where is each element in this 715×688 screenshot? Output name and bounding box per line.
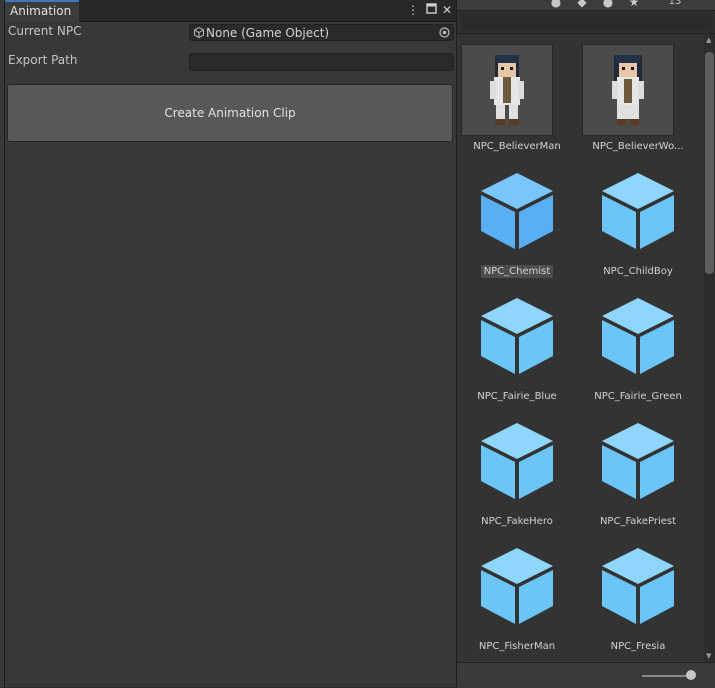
current-npc-label: Current NPC [8, 24, 82, 38]
info-icon[interactable]: ● [598, 0, 618, 10]
prefab-cube-icon [602, 423, 674, 499]
close-icon[interactable]: ✕ [440, 3, 454, 17]
animation-window: Animation ⋮ ✕ Current NPC None (Game Obj… [4, 0, 457, 687]
project-footer [456, 662, 715, 688]
game-object-icon [194, 27, 204, 38]
asset-item[interactable]: NPC_FisherMan [456, 534, 578, 659]
hidden-count: 13 [668, 0, 682, 7]
asset-item[interactable]: NPC_Fairie_Green [577, 284, 699, 409]
project-window: ● ◆ ● ★ 13 NPC_BelieverMan NPC_BelieverW… [456, 0, 715, 688]
object-picker-icon[interactable] [439, 27, 450, 38]
prefab-cube-icon [481, 423, 553, 499]
prefab-cube-icon [602, 173, 674, 249]
zoom-slider-track[interactable] [642, 675, 692, 677]
asset-label: NPC_BelieverWo... [592, 141, 684, 152]
asset-label: NPC_FakePriest [599, 516, 677, 527]
asset-label: NPC_BelieverMan [473, 141, 561, 152]
current-npc-object-field[interactable]: None (Game Object) [189, 24, 454, 41]
zoom-slider-handle[interactable] [686, 670, 696, 680]
asset-label: NPC_FakeHero [481, 516, 553, 527]
asset-item[interactable]: NPC_Chemist [456, 159, 578, 284]
prefab-cube-icon [602, 298, 674, 374]
asset-label: NPC_Fairie_Blue [477, 391, 557, 402]
create-animation-clip-button[interactable]: Create Animation Clip [7, 84, 453, 142]
layers-icon[interactable]: ● [546, 0, 566, 10]
star-icon[interactable]: ★ [624, 0, 644, 10]
prefab-cube-icon [481, 298, 553, 374]
npc-sprite-thumbnail [582, 44, 674, 136]
asset-label: NPC_ChildBoy [603, 266, 673, 277]
label-icon[interactable]: ◆ [572, 0, 592, 10]
prefab-cube-icon [481, 548, 553, 624]
project-search-bar[interactable] [462, 14, 712, 30]
asset-label-selected: NPC_Chemist [456, 265, 578, 278]
project-toolbar: ● ◆ ● ★ 13 [456, 0, 715, 11]
export-path-label: Export Path [8, 53, 78, 67]
tab-animation[interactable]: Animation [5, 0, 79, 22]
asset-label: NPC_Fresia [610, 641, 666, 652]
asset-label: NPC_FisherMan [478, 641, 556, 652]
current-npc-value: None (Game Object) [206, 26, 330, 40]
asset-item[interactable]: NPC_FakeHero [456, 409, 578, 534]
asset-item[interactable]: NPC_BelieverWo... [577, 34, 699, 159]
npc-sprite-icon [612, 55, 644, 125]
asset-label: NPC_Fairie_Green [594, 391, 682, 402]
npc-sprite-thumbnail [461, 44, 553, 136]
more-vert-icon[interactable]: ⋮ [406, 3, 420, 17]
asset-item[interactable]: NPC_Fresia [577, 534, 699, 659]
asset-item[interactable]: NPC_ChildBoy [577, 159, 699, 284]
project-header [456, 11, 715, 34]
asset-item[interactable]: NPC_FakePriest [577, 409, 699, 534]
scroll-up-arrow-icon[interactable]: ▲ [706, 36, 711, 44]
asset-grid-scrollbar[interactable]: ▲ ▼ [704, 34, 715, 662]
export-path-field[interactable] [189, 53, 454, 71]
animation-tabbar: Animation ⋮ ✕ [5, 0, 456, 22]
prefab-cube-icon [602, 548, 674, 624]
scrollbar-thumb[interactable] [705, 52, 714, 274]
npc-sprite-icon [490, 55, 524, 125]
hidden-icon[interactable]: 13 [660, 0, 690, 10]
asset-item[interactable]: NPC_BelieverMan [456, 34, 578, 159]
maximize-icon[interactable] [424, 3, 438, 17]
scroll-down-arrow-icon[interactable]: ▼ [706, 652, 711, 660]
asset-grid: NPC_BelieverMan NPC_BelieverWo... NPC_Ch… [456, 34, 704, 662]
asset-item[interactable]: NPC_Fairie_Blue [456, 284, 578, 409]
prefab-cube-icon [481, 173, 553, 249]
